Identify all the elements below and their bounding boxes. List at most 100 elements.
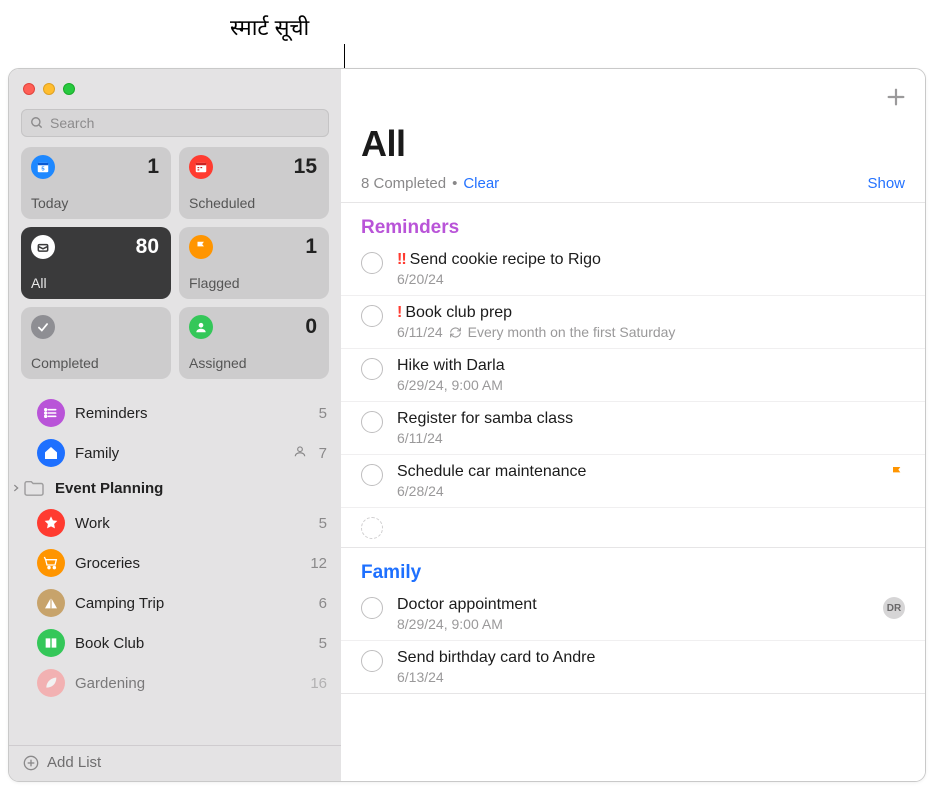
cart-icon [37,549,65,577]
reminder-row[interactable]: Register for samba class 6/11/24 [341,402,925,455]
list-name: Book Club [75,635,309,652]
list-count: 6 [319,595,327,612]
smart-list-grid: 5 1 Today 15 Scheduled 80 All 1 Flagged … [9,147,341,389]
all-icon [31,235,55,259]
smart-label-all: All [31,275,159,291]
close-window-button[interactable] [23,83,35,95]
list-count: 5 [319,515,327,532]
completed-row: 8 Completed • Clear Show [341,175,925,203]
folder-icon [23,479,45,497]
smart-count-all: 80 [136,235,159,259]
list-name: Groceries [75,555,300,572]
section-title-reminders: Reminders [341,213,925,243]
page-title: All [361,123,905,165]
add-list-button[interactable]: Add List [47,754,101,771]
reminder-title: Schedule car maintenance [397,463,586,481]
reminder-title: Doctor appointment [397,596,537,614]
sidebar-list-event-planning[interactable]: Event Planning [9,473,341,503]
show-completed-button[interactable]: Show [867,175,905,192]
list-name: Gardening [75,675,300,692]
sidebar: 5 1 Today 15 Scheduled 80 All 1 Flagged … [9,69,341,781]
sidebar-list-family[interactable]: Family 7 [9,433,341,473]
list-count: 12 [310,555,327,572]
assignee-avatar: DR [883,597,905,619]
list-name: Reminders [75,405,309,422]
reminder-row[interactable]: Schedule car maintenance 6/28/24 [341,455,925,508]
sidebar-list-book-club[interactable]: Book Club 5 [9,623,341,663]
reminder-title: Register for samba class [397,410,573,428]
complete-checkbox[interactable] [361,411,383,433]
sidebar-list-work[interactable]: Work5 [9,503,341,543]
clear-completed-button[interactable]: Clear [463,175,499,192]
smart-label-today: Today [31,195,159,211]
completed-count: 8 Completed [361,175,446,192]
reminder-date: 6/20/24 [397,271,444,287]
reminder-row[interactable]: Hike with Darla 6/29/24, 9:00 AM [341,349,925,402]
list-count: 7 [319,445,327,462]
minimize-window-button[interactable] [43,83,55,95]
list-count: 5 [319,405,327,422]
list-count: 16 [310,675,327,692]
fullscreen-window-button[interactable] [63,83,75,95]
priority-indicator: ! [397,304,401,322]
smart-card-flagged[interactable]: 1 Flagged [179,227,329,299]
sidebar-list-gardening[interactable]: Gardening 16 [9,663,341,703]
title-row: All [341,117,925,175]
section-family: Family Doctor appointment 8/29/24, 9:00 … [341,548,925,694]
star-icon [37,509,65,537]
reminder-row[interactable]: Doctor appointment 8/29/24, 9:00 AM DR [341,588,925,641]
complete-checkbox-placeholder[interactable] [361,517,383,539]
complete-checkbox[interactable] [361,358,383,380]
smart-card-completed[interactable]: Completed [21,307,171,379]
tent-icon [37,589,65,617]
sidebar-list-groceries[interactable]: Groceries 12 [9,543,341,583]
new-reminder-button[interactable] [883,84,909,110]
reminder-date: 6/28/24 [397,483,444,499]
new-reminder-placeholder[interactable] [341,508,925,548]
home-icon [37,439,65,467]
smart-card-scheduled[interactable]: 15 Scheduled [179,147,329,219]
list-count: 5 [319,635,327,652]
search-input[interactable] [50,115,320,131]
flag-icon [889,465,905,486]
chevron-right-icon [11,480,21,497]
complete-checkbox[interactable] [361,252,383,274]
reminder-date: 8/29/24, 9:00 AM [397,616,503,632]
complete-checkbox[interactable] [361,650,383,672]
scheduled-icon [189,155,213,179]
completed-icon [31,315,55,339]
today-icon: 5 [31,155,55,179]
search-field[interactable] [21,109,329,137]
smart-card-today[interactable]: 5 1 Today [21,147,171,219]
section-title-family: Family [341,558,925,588]
sidebar-list-camping-trip[interactable]: Camping Trip 6 [9,583,341,623]
list-name: Camping Trip [75,595,309,612]
reminder-title: Hike with Darla [397,357,505,375]
shared-icon [293,444,307,462]
reminder-row[interactable]: !!Send cookie recipe to Rigo 6/20/24 [341,243,925,296]
sidebar-list-reminders[interactable]: Reminders 5 [9,393,341,433]
complete-checkbox[interactable] [361,305,383,327]
smart-label-completed: Completed [31,355,159,371]
complete-checkbox[interactable] [361,464,383,486]
assigned-icon [189,315,213,339]
reminder-title: Send cookie recipe to Rigo [410,251,601,269]
reminder-date: 6/29/24, 9:00 AM [397,377,503,393]
smart-card-all[interactable]: 80 All [21,227,171,299]
reminder-date: 6/11/24 [397,324,443,340]
reminders-window: 5 1 Today 15 Scheduled 80 All 1 Flagged … [8,68,926,782]
list-name: Event Planning [55,480,327,497]
reminder-row[interactable]: !Book club prep 6/11/24Every month on th… [341,296,925,349]
list-name: Family [75,445,283,462]
annotation-line [344,44,345,68]
smart-label-flagged: Flagged [189,275,317,291]
toolbar [341,69,925,117]
reminder-title: Book club prep [405,304,512,322]
leaf-icon [37,669,65,697]
complete-checkbox[interactable] [361,597,383,619]
reminder-row[interactable]: Send birthday card to Andre 6/13/24 [341,641,925,694]
smart-card-assigned[interactable]: 0 Assigned [179,307,329,379]
plus-circle-icon [23,755,39,771]
plus-icon [885,86,907,108]
main-panel: All 8 Completed • Clear Show Reminders !… [341,69,925,781]
